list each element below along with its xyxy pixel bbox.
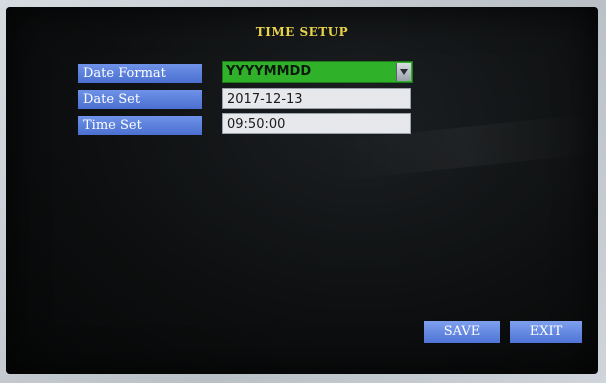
exit-button[interactable]: EXIT — [510, 321, 582, 343]
date-format-select[interactable]: YYYYMMDD — [222, 61, 413, 83]
date-format-label: Date Format — [78, 64, 202, 83]
time-set-label: Time Set — [78, 116, 202, 135]
time-set-input[interactable]: 09:50:00 — [222, 113, 411, 134]
page-title: TIME SETUP — [255, 25, 349, 39]
dropdown-button[interactable] — [396, 63, 411, 81]
save-button[interactable]: SAVE — [424, 321, 500, 343]
date-set-input[interactable]: 2017-12-13 — [222, 88, 411, 109]
date-format-value: YYYYMMDD — [226, 64, 312, 79]
date-set-label: Date Set — [78, 90, 202, 109]
chevron-down-icon — [400, 69, 408, 75]
dvr-screen: TIME SETUP Date Format YYYYMMDD Date Set… — [6, 7, 598, 374]
